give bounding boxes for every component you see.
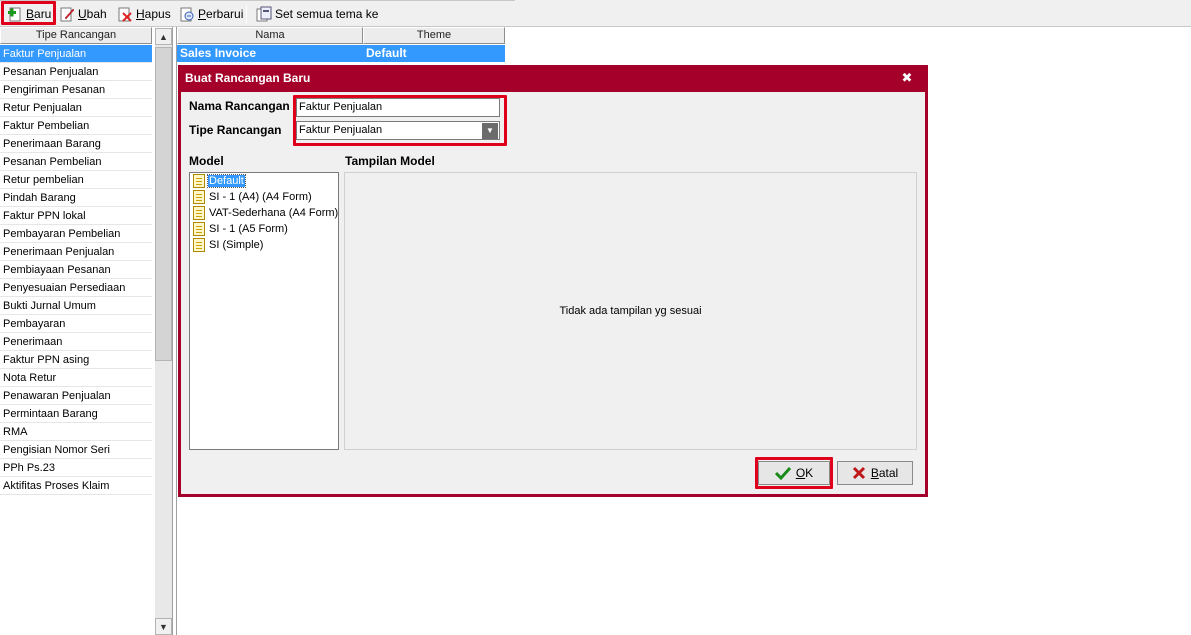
design-type-item[interactable]: Penerimaan — [0, 333, 152, 351]
design-type-item[interactable]: Pembayaran — [0, 315, 152, 333]
design-type-header[interactable]: Tipe Rancangan — [0, 27, 152, 44]
edit-button-label: Ubah — [78, 7, 107, 21]
document-icon — [193, 206, 205, 220]
add-document-icon — [7, 6, 23, 22]
design-type-item[interactable]: Pindah Barang — [0, 189, 152, 207]
model-list-item[interactable]: Default — [190, 173, 338, 189]
ok-button-label: OK — [795, 466, 814, 480]
refresh-icon — [179, 6, 195, 22]
model-list-item[interactable]: VAT-Sederhana (A4 Form) — [190, 205, 338, 221]
delete-button[interactable]: Hapus — [114, 4, 174, 24]
toolbar: Baru Ubah Hapus Perbarui Set semua tema … — [0, 0, 1191, 27]
design-type-scrollbar[interactable]: ▲ ▼ — [155, 28, 172, 635]
model-list-item-label: SI - 1 (A5 Form) — [209, 223, 288, 235]
ok-button[interactable]: OK — [758, 461, 830, 485]
dialog-title: Buat Rancangan Baru — [185, 71, 311, 85]
design-type-item[interactable]: Pesanan Penjualan — [0, 63, 152, 81]
design-type-combobox-value: Faktur Penjualan — [299, 124, 383, 136]
model-preview: Tidak ada tampilan yg sesuai — [344, 172, 917, 450]
design-type-item[interactable]: Pesanan Pembelian — [0, 153, 152, 171]
design-type-item[interactable]: RMA — [0, 423, 152, 441]
design-type-item[interactable]: Permintaan Barang — [0, 405, 152, 423]
cancel-x-icon — [852, 466, 865, 480]
design-type-item[interactable]: Penyesuaian Persediaan — [0, 279, 152, 297]
preview-label: Tampilan Model — [345, 154, 435, 168]
design-type-item[interactable]: Retur Penjualan — [0, 99, 152, 117]
grid-cell-theme: Default — [366, 46, 407, 60]
cancel-button[interactable]: Batal — [837, 461, 913, 485]
model-list-item-label: Default — [207, 174, 246, 188]
cancel-button-label: Batal — [870, 466, 899, 480]
document-icon — [193, 238, 205, 252]
check-icon — [774, 466, 791, 480]
design-name-input[interactable]: Faktur Penjualan — [296, 98, 500, 117]
design-type-item[interactable]: PPh Ps.23 — [0, 459, 152, 477]
model-list-item[interactable]: SI - 1 (A4) (A4 Form) — [190, 189, 338, 205]
model-list-item-label: VAT-Sederhana (A4 Form) — [209, 207, 339, 219]
document-icon — [193, 222, 205, 236]
document-icon — [193, 190, 205, 204]
new-button-label: Baru — [26, 7, 52, 21]
preview-message: Tidak ada tampilan yg sesuai — [559, 305, 702, 317]
design-type-item[interactable]: Faktur Penjualan — [0, 45, 152, 63]
design-type-item[interactable]: Pembiayaan Pesanan — [0, 261, 152, 279]
refresh-button-label: Perbarui — [198, 7, 244, 21]
toolbar-top-line — [0, 0, 515, 1]
close-icon[interactable]: ✖ — [900, 71, 914, 85]
dialog-body: Nama Rancangan Faktur Penjualan Tipe Ran… — [181, 92, 925, 494]
grid-header-theme[interactable]: Theme — [363, 27, 505, 44]
set-all-theme-button[interactable]: Set semua tema ke — [253, 4, 381, 24]
grid-cell-name: Sales Invoice — [180, 46, 257, 60]
grid-row[interactable]: Sales Invoice Default — [177, 45, 505, 62]
delete-button-label: Hapus — [136, 7, 171, 21]
edit-icon — [59, 6, 75, 22]
design-type-item[interactable]: Faktur PPN asing — [0, 351, 152, 369]
design-type-panel: Tipe Rancangan Faktur Penjualan Pesanan P… — [0, 27, 173, 635]
chevron-down-icon[interactable]: ▼ — [482, 123, 498, 139]
theme-icon — [256, 6, 272, 22]
design-type-item[interactable]: Penerimaan Barang — [0, 135, 152, 153]
design-type-item[interactable]: Aktifitas Proses Klaim — [0, 477, 152, 495]
refresh-button[interactable]: Perbarui — [176, 4, 246, 24]
scroll-thumb[interactable] — [155, 47, 172, 361]
scroll-up-arrow[interactable]: ▲ — [155, 28, 172, 45]
design-type-item[interactable]: Retur pembelian — [0, 171, 152, 189]
design-name-label-text: Nama Rancangan — [189, 99, 290, 113]
design-type-label-text: Tipe Rancangan — [189, 123, 282, 137]
design-type-label: Tipe Rancangan — [189, 123, 281, 137]
design-type-item[interactable]: Nota Retur — [0, 369, 152, 387]
toolbar-separator — [246, 5, 247, 23]
model-list-item[interactable]: SI (Simple) — [190, 237, 338, 253]
design-type-item[interactable]: Pengiriman Pesanan — [0, 81, 152, 99]
model-list-item-label: SI (Simple) — [209, 239, 264, 251]
set-all-theme-label: Set semua tema ke — [275, 7, 379, 21]
document-icon — [193, 174, 205, 188]
grid-header-name[interactable]: Nama — [177, 27, 363, 44]
design-type-item[interactable]: Faktur Pembelian — [0, 117, 152, 135]
design-type-item[interactable]: Pengisian Nomor Seri — [0, 441, 152, 459]
scroll-down-arrow[interactable]: ▼ — [155, 618, 172, 635]
design-type-item[interactable]: Faktur PPN lokal — [0, 207, 152, 225]
design-name-label: Nama Rancangan — [189, 99, 290, 113]
design-type-item[interactable]: Penawaran Penjualan — [0, 387, 152, 405]
new-design-dialog: Buat Rancangan Baru ✖ Nama Rancangan Fak… — [178, 65, 928, 497]
model-list-item[interactable]: SI - 1 (A5 Form) — [190, 221, 338, 237]
model-list-item-label: SI - 1 (A4) (A4 Form) — [209, 191, 312, 203]
design-type-list: Faktur Penjualan Pesanan Penjualan Pengiri… — [0, 45, 152, 495]
model-label: Model — [189, 154, 224, 168]
design-type-item[interactable]: Penerimaan Penjualan — [0, 243, 152, 261]
edit-button[interactable]: Ubah — [56, 4, 110, 24]
design-type-item[interactable]: Bukti Jurnal Umum — [0, 297, 152, 315]
design-type-combobox[interactable]: Faktur Penjualan ▼ — [296, 121, 500, 140]
new-button[interactable]: Baru — [4, 4, 54, 24]
delete-icon — [117, 6, 133, 22]
design-type-item[interactable]: Pembayaran Pembelian — [0, 225, 152, 243]
model-list[interactable]: Default SI - 1 (A4) (A4 Form) VAT-Sederhan… — [189, 172, 339, 450]
